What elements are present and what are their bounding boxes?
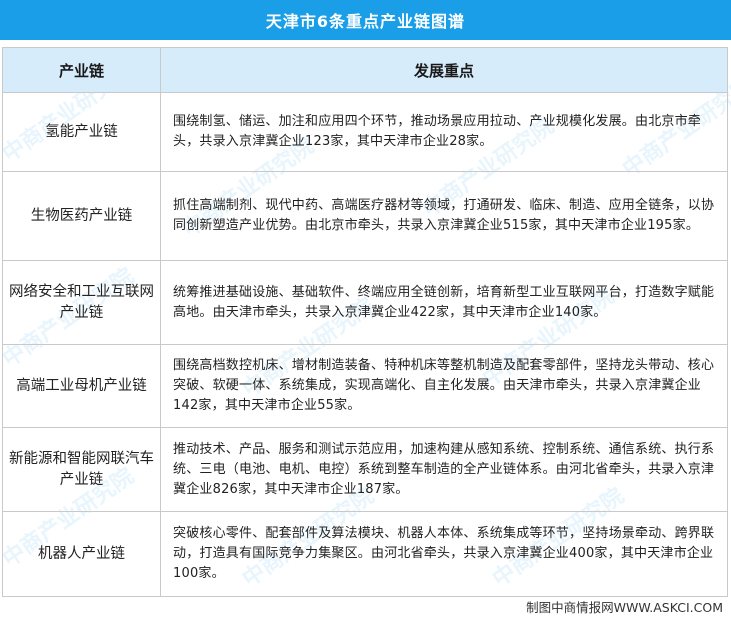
chain-name: 机器人产业链 xyxy=(2,511,161,597)
source-credit: 制图中商情报网WWW.ASKCI.COM xyxy=(526,600,723,615)
table-row: 机器人产业链 突破核心零件、配套部件及算法模块、机器人本体、系统集成等环节，坚持… xyxy=(2,511,728,597)
table-row: 网络安全和工业互联网产业链 统筹推进基础设施、基础软件、终端应用全链创新，培育新… xyxy=(2,260,728,345)
chain-name: 新能源和智能网联汽车产业链 xyxy=(2,427,161,512)
table-header-row: 产业链 发展重点 xyxy=(2,47,728,93)
table-row: 新能源和智能网联汽车产业链 推动技术、产品、服务和测试示范应用，加速构建从感知系… xyxy=(2,427,728,512)
header-industry-chain: 产业链 xyxy=(2,47,161,93)
chain-name: 网络安全和工业互联网产业链 xyxy=(2,260,161,345)
chain-focus: 抓住高端制剂、现代中药、高端医疗器材等领域，打通研发、临床、制造、应用全链条，以… xyxy=(160,171,728,261)
chain-name: 生物医药产业链 xyxy=(2,171,161,261)
chain-name: 高端工业母机产业链 xyxy=(2,344,161,428)
chain-focus: 突破核心零件、配套部件及算法模块、机器人本体、系统集成等环节，坚持场景牵动、跨界… xyxy=(160,511,728,597)
page-title: 天津市6条重点产业链图谱 xyxy=(0,0,731,40)
industry-chain-table: 产业链 发展重点 氢能产业链 围绕制氢、储运、加注和应用四个环节，推动场景应用拉… xyxy=(2,47,728,597)
infographic-page: 中商产业研究院 中商产业研究院 中商产业研究院 中商产业研究院 中商产业研究院 … xyxy=(0,0,731,624)
chain-name: 氢能产业链 xyxy=(2,92,161,172)
chain-focus: 推动技术、产品、服务和测试示范应用，加速构建从感知系统、控制系统、通信系统、执行… xyxy=(160,427,728,512)
table-row: 氢能产业链 围绕制氢、储运、加注和应用四个环节，推动场景应用拉动、产业规模化发展… xyxy=(2,92,728,172)
table-row: 高端工业母机产业链 围绕高档数控机床、增材制造装备、特种机床等整机制造及配套零部… xyxy=(2,344,728,428)
table-row: 生物医药产业链 抓住高端制剂、现代中药、高端医疗器材等领域，打通研发、临床、制造… xyxy=(2,171,728,261)
chain-focus: 围绕制氢、储运、加注和应用四个环节，推动场景应用拉动、产业规模化发展。由北京市牵… xyxy=(160,92,728,172)
header-development-focus: 发展重点 xyxy=(160,47,728,93)
chain-focus: 统筹推进基础设施、基础软件、终端应用全链创新，培育新型工业互联网平台，打造数字赋… xyxy=(160,260,728,345)
chain-focus: 围绕高档数控机床、增材制造装备、特种机床等整机制造及配套零部件，坚持龙头带动、核… xyxy=(160,344,728,428)
